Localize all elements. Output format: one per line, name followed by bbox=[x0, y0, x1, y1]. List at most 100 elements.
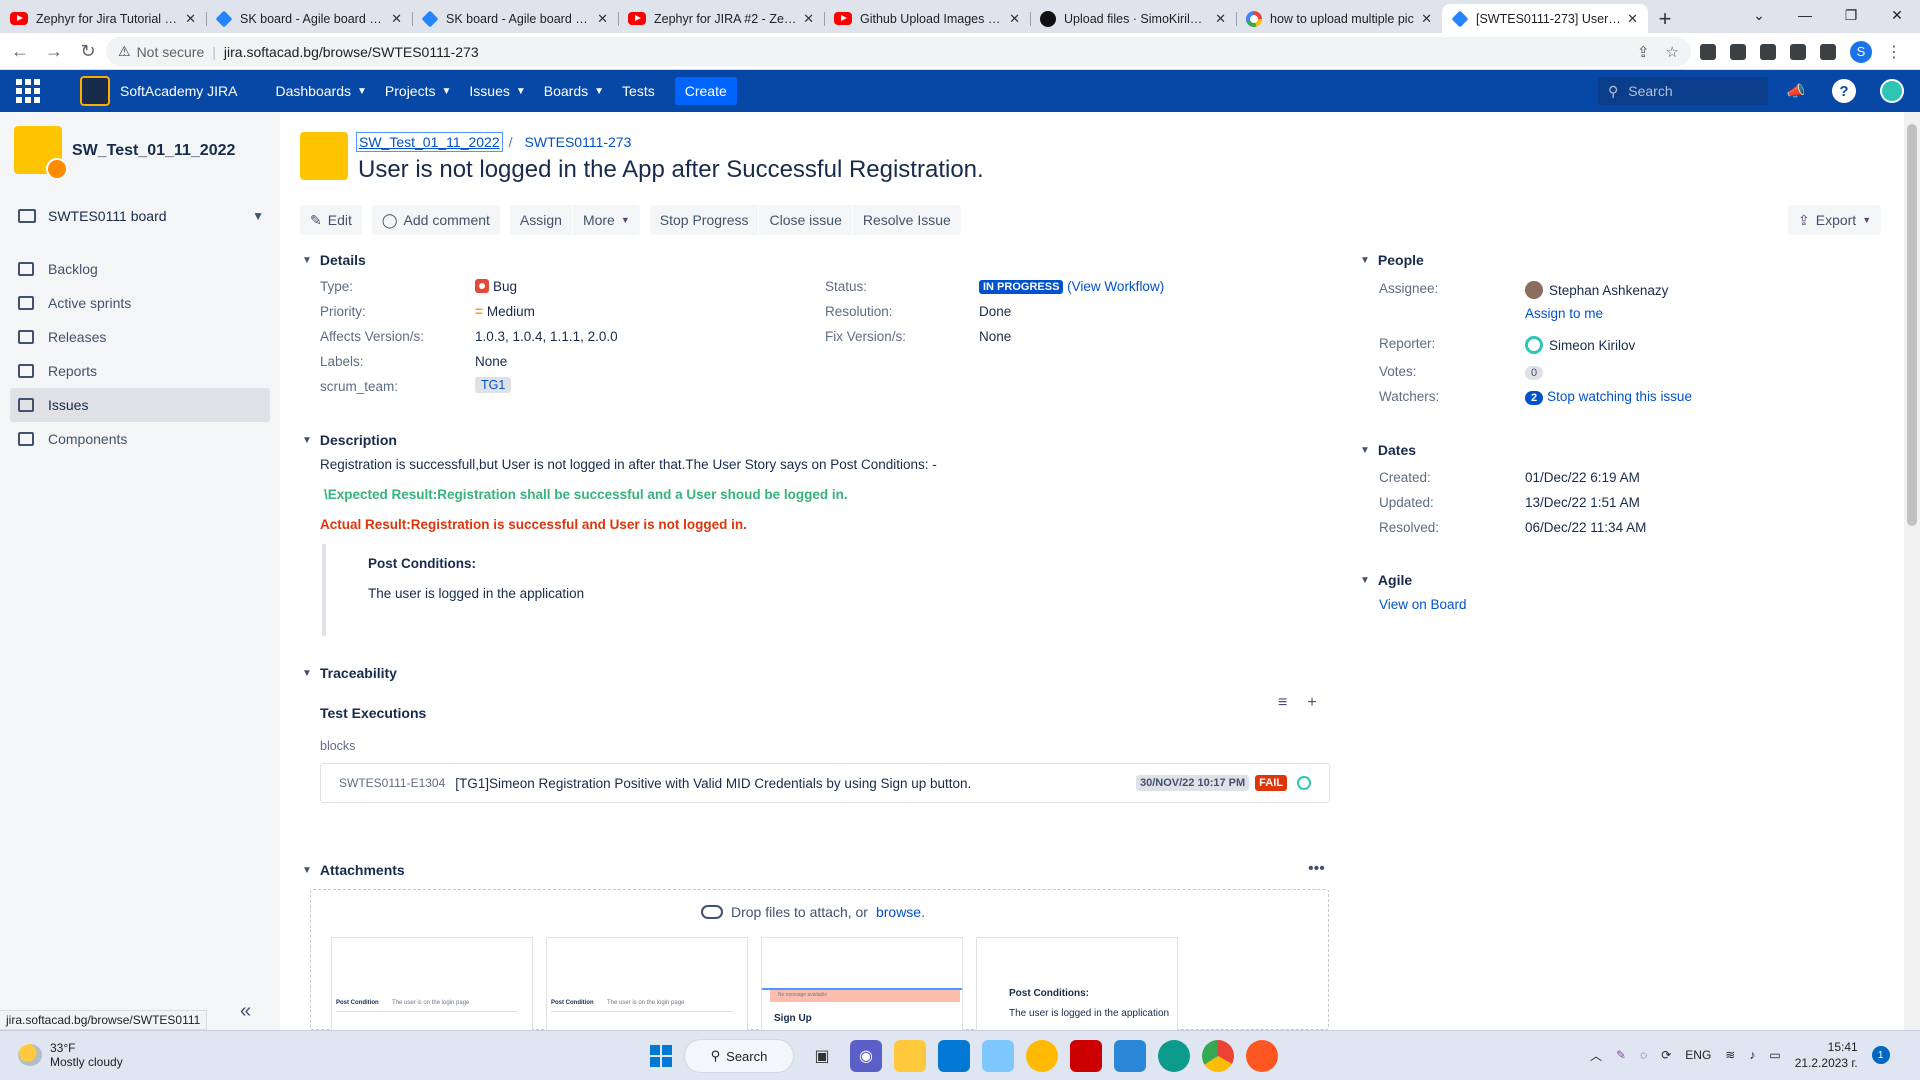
list-menu-icon[interactable]: ≡ bbox=[1278, 694, 1287, 712]
wifi-icon[interactable]: ≋ bbox=[1725, 1048, 1735, 1062]
back-icon[interactable]: ← bbox=[6, 41, 34, 62]
nav-dashboards[interactable]: Dashboards ▼ bbox=[276, 83, 367, 99]
taskbar-search[interactable]: ⚲ Search bbox=[684, 1039, 794, 1073]
create-button[interactable]: Create bbox=[674, 77, 737, 105]
collapse-sidebar-icon[interactable]: « bbox=[240, 1000, 251, 1023]
browser-tab-active[interactable]: [SWTES0111-273] User is n ✕ bbox=[1442, 4, 1648, 33]
stop-progress-button[interactable]: Stop Progress bbox=[649, 205, 759, 235]
project-avatar[interactable] bbox=[14, 126, 68, 180]
fix-version-value[interactable]: None bbox=[979, 329, 1011, 344]
help-icon[interactable]: ? bbox=[1832, 79, 1856, 103]
app-icon[interactable] bbox=[1026, 1040, 1058, 1072]
view-workflow-link[interactable]: (View Workflow) bbox=[1067, 279, 1164, 294]
breadcrumb-issue-key[interactable]: SWTES0111-273 bbox=[525, 134, 632, 150]
browse-link[interactable]: browse. bbox=[876, 904, 925, 920]
stop-watching-link[interactable]: Stop watching this issue bbox=[1547, 389, 1692, 404]
browser-tab[interactable]: Upload files · SimoKirilov/I ✕ bbox=[1030, 4, 1236, 33]
search-input[interactable]: ⚲ Search bbox=[1598, 77, 1768, 105]
sync-icon[interactable]: ⟳ bbox=[1661, 1048, 1671, 1062]
browser-tab[interactable]: SK board - Agile board - Ji ✕ bbox=[206, 4, 412, 33]
app-switcher-icon[interactable] bbox=[14, 77, 42, 105]
bookmark-star-icon[interactable]: ☆ bbox=[1666, 43, 1679, 61]
address-bar[interactable]: ⚠ Not secure | jira.softacad.bg/browse/S… bbox=[106, 37, 1691, 66]
reading-list-icon[interactable] bbox=[1790, 43, 1806, 60]
affects-value[interactable]: 1.0.3, 1.0.4, 1.1.1, 2.0.0 bbox=[475, 329, 618, 344]
page-scrollbar[interactable] bbox=[1904, 112, 1920, 1030]
chrome-icon[interactable] bbox=[1202, 1040, 1234, 1072]
team-value[interactable]: TG1 bbox=[475, 377, 512, 393]
browser-tab[interactable]: how to upload multiple pic ✕ bbox=[1236, 4, 1442, 33]
sidebar-item-components[interactable]: Components bbox=[10, 422, 270, 456]
app-name[interactable]: SoftAcademy JIRA bbox=[120, 83, 238, 99]
close-icon[interactable]: ✕ bbox=[185, 11, 196, 27]
teams-icon[interactable]: ◉ bbox=[850, 1040, 882, 1072]
extension-icon[interactable] bbox=[1700, 43, 1716, 60]
close-window-icon[interactable]: ✕ bbox=[1874, 0, 1920, 30]
assign-to-me-link[interactable]: Assign to me bbox=[1525, 306, 1603, 321]
sidebar-item-active-sprints[interactable]: Active sprints bbox=[10, 286, 270, 320]
description-heading[interactable]: ▼ Description bbox=[302, 432, 397, 448]
minimize-icon[interactable]: — bbox=[1782, 0, 1828, 30]
menu-icon[interactable]: ⋮ bbox=[1886, 42, 1902, 62]
softacademy-logo[interactable] bbox=[80, 76, 110, 106]
add-comment-button[interactable]: ◯ Add comment bbox=[371, 205, 500, 235]
execution-title[interactable]: [TG1]Simeon Registration Positive with V… bbox=[455, 776, 971, 791]
language-indicator[interactable]: ENG bbox=[1685, 1048, 1711, 1062]
tray-app-icon[interactable]: ◌ bbox=[1640, 1048, 1647, 1062]
dates-heading[interactable]: ▼ Dates bbox=[1360, 442, 1416, 458]
profile-avatar[interactable]: S bbox=[1850, 40, 1872, 63]
export-button[interactable]: ⇪ Export ▼ bbox=[1788, 205, 1882, 235]
clock[interactable]: 15:41 21.2.2023 г. bbox=[1795, 1039, 1858, 1071]
execution-key[interactable]: SWTES0111-E1304 bbox=[339, 776, 445, 790]
user-avatar[interactable] bbox=[1880, 79, 1904, 103]
assign-button[interactable]: Assign bbox=[509, 205, 572, 235]
close-icon[interactable]: ✕ bbox=[1627, 11, 1638, 27]
attachment-thumbnail[interactable]: Post Conditions: The user is logged in t… bbox=[976, 937, 1178, 1031]
chevron-up-icon[interactable]: ︿ bbox=[1590, 1047, 1602, 1064]
tab-search-icon[interactable]: ⌄ bbox=[1736, 0, 1782, 30]
close-icon[interactable]: ✕ bbox=[391, 11, 402, 27]
restore-icon[interactable]: ❐ bbox=[1828, 0, 1874, 30]
attachment-thumbnail[interactable]: Post Condition The user is on the login … bbox=[331, 937, 533, 1031]
labels-value[interactable]: None bbox=[475, 354, 507, 369]
board-selector[interactable]: SWTES0111 board ▼ bbox=[18, 208, 264, 224]
attachments-heading[interactable]: ▼ Attachments bbox=[302, 862, 405, 878]
notepad-icon[interactable] bbox=[1114, 1040, 1146, 1072]
file-explorer-icon[interactable] bbox=[894, 1040, 926, 1072]
notification-badge[interactable]: 1 bbox=[1871, 1046, 1890, 1064]
nav-tests[interactable]: Tests bbox=[622, 83, 655, 99]
view-on-board-link[interactable]: View on Board bbox=[1379, 597, 1467, 612]
nav-issues[interactable]: Issues ▼ bbox=[469, 83, 525, 99]
watchers-value[interactable]: 2 Stop watching this issue bbox=[1525, 389, 1692, 405]
puzzle-icon[interactable] bbox=[1760, 43, 1776, 60]
browser-tab[interactable]: SK board - Agile board - Ji ✕ bbox=[412, 4, 618, 33]
mcafee-icon[interactable] bbox=[1070, 1040, 1102, 1072]
close-icon[interactable]: ✕ bbox=[1215, 11, 1226, 27]
brave-icon[interactable] bbox=[1246, 1040, 1278, 1072]
attachment-dropzone[interactable]: Drop files to attach, or browse. Post Co… bbox=[310, 889, 1329, 1031]
sidebar-item-releases[interactable]: Releases bbox=[10, 320, 270, 354]
new-tab-button[interactable]: + bbox=[1648, 4, 1682, 33]
browser-tab[interactable]: Zephyr for Jira Tutorial - Te ✕ bbox=[0, 4, 206, 33]
nav-boards[interactable]: Boards ▼ bbox=[544, 83, 604, 99]
details-heading[interactable]: ▼ Details bbox=[302, 252, 366, 268]
task-view-icon[interactable]: ▣ bbox=[806, 1040, 838, 1072]
issue-summary[interactable]: User is not logged in the App after Succ… bbox=[358, 156, 984, 184]
battery-icon[interactable]: ▭ bbox=[1769, 1048, 1780, 1062]
app-icon[interactable] bbox=[982, 1040, 1014, 1072]
weather-widget[interactable]: 33°F Mostly cloudy bbox=[18, 1041, 123, 1069]
share-icon[interactable]: ⇪ bbox=[1637, 43, 1650, 61]
close-icon[interactable]: ✕ bbox=[597, 11, 608, 27]
close-icon[interactable]: ✕ bbox=[1009, 11, 1020, 27]
extension-icon[interactable] bbox=[1730, 43, 1746, 60]
attachment-thumbnail[interactable]: No message available Sign Up bbox=[761, 937, 963, 1031]
resolve-issue-button[interactable]: Resolve Issue bbox=[852, 205, 961, 235]
volume-icon[interactable]: ♪ bbox=[1749, 1048, 1755, 1062]
reporter-value[interactable]: Simeon Kirilov bbox=[1525, 336, 1635, 354]
store-icon[interactable] bbox=[938, 1040, 970, 1072]
side-panel-icon[interactable] bbox=[1820, 43, 1836, 60]
sidebar-item-backlog[interactable]: Backlog bbox=[10, 252, 270, 286]
tray-app-icon[interactable]: ✎ bbox=[1616, 1048, 1626, 1062]
votes-value[interactable]: 0 bbox=[1525, 364, 1544, 380]
reload-icon[interactable]: ↻ bbox=[74, 41, 102, 62]
